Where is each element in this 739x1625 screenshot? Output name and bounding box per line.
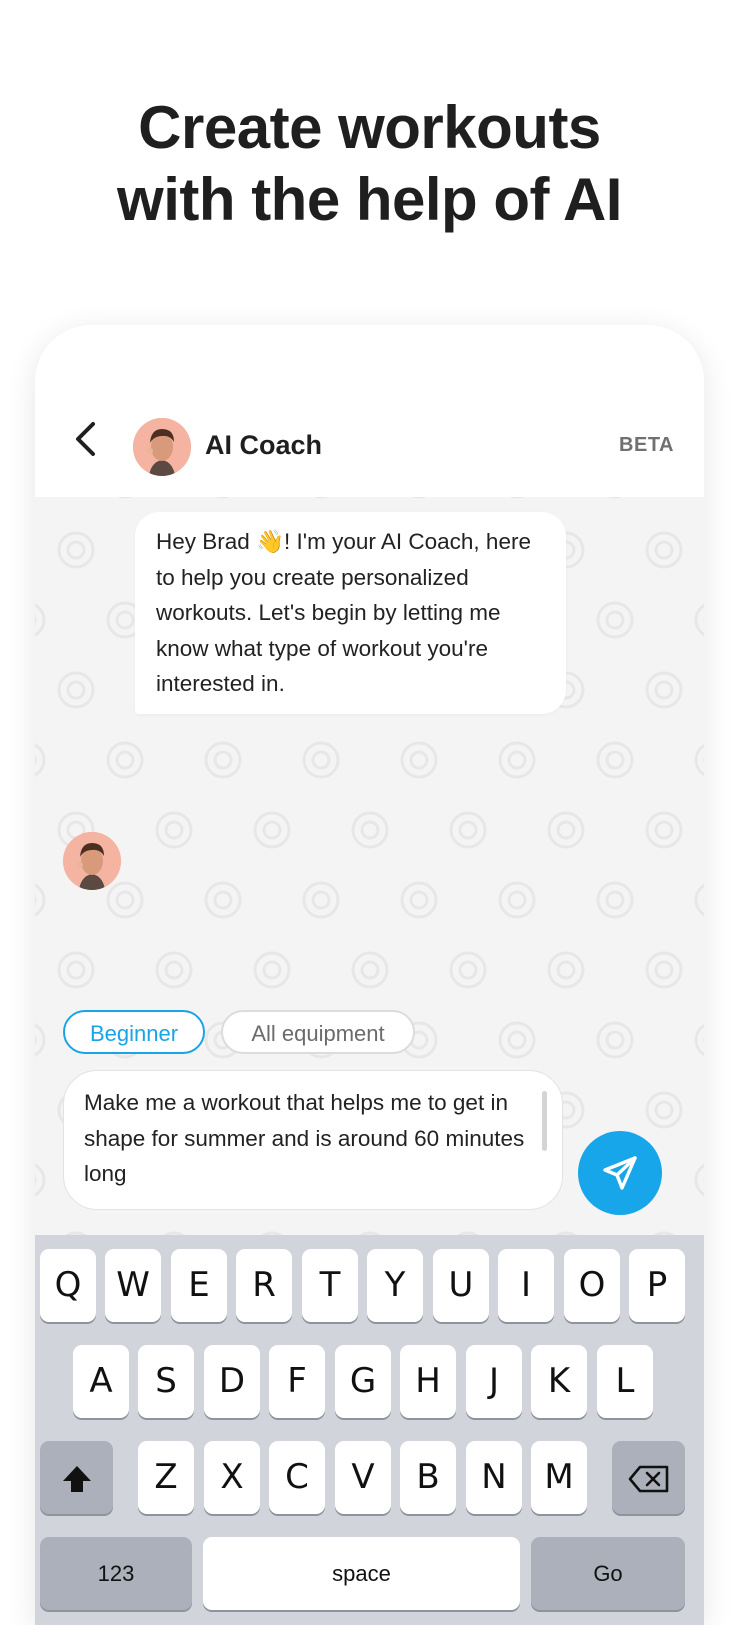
coach-message-bubble: Hey Brad 👋! I'm your AI Coach, here to h…	[135, 512, 566, 714]
key-c[interactable]: C	[269, 1441, 325, 1514]
key-g[interactable]: G	[335, 1345, 391, 1418]
back-button[interactable]	[63, 417, 107, 461]
key-f[interactable]: F	[269, 1345, 325, 1418]
coach-face-icon	[133, 418, 191, 476]
backspace-icon	[628, 1465, 668, 1492]
key-b[interactable]: B	[400, 1441, 456, 1514]
key-d[interactable]: D	[204, 1345, 260, 1418]
paper-plane-icon	[603, 1156, 637, 1190]
space-key[interactable]: space	[203, 1537, 520, 1610]
key-o[interactable]: O	[564, 1249, 620, 1322]
message-avatar[interactable]	[63, 832, 121, 890]
key-w[interactable]: W	[105, 1249, 161, 1322]
key-q[interactable]: Q	[40, 1249, 96, 1322]
beta-badge: BETA	[619, 434, 674, 456]
key-a[interactable]: A	[73, 1345, 129, 1418]
key-y[interactable]: Y	[367, 1249, 423, 1322]
key-m[interactable]: M	[531, 1441, 587, 1514]
chip-beginner[interactable]: Beginner	[63, 1010, 205, 1054]
shift-arrow-icon	[62, 1465, 91, 1492]
key-r[interactable]: R	[236, 1249, 292, 1322]
key-z[interactable]: Z	[138, 1441, 194, 1514]
backspace-key[interactable]	[612, 1441, 685, 1514]
key-t[interactable]: T	[302, 1249, 358, 1322]
phone-frame: AI Coach BETA Hey Brad 👋! I'm your AI Co…	[35, 325, 704, 1625]
numbers-key[interactable]: 123	[40, 1537, 192, 1610]
input-scrollbar[interactable]	[542, 1091, 547, 1151]
coach-avatar[interactable]	[133, 418, 191, 476]
key-s[interactable]: S	[138, 1345, 194, 1418]
coach-name: AI Coach	[205, 430, 323, 460]
message-input-text[interactable]: Make me a workout that helps me to get i…	[84, 1085, 534, 1192]
key-k[interactable]: K	[531, 1345, 587, 1418]
go-key[interactable]: Go	[531, 1537, 685, 1610]
chat-header: AI Coach BETA	[35, 325, 704, 497]
key-j[interactable]: J	[466, 1345, 522, 1418]
on-screen-keyboard: Q W E R T Y U I O P A S D F G H J K L Z	[35, 1235, 704, 1625]
headline-line-1: Create workouts	[138, 94, 601, 161]
key-n[interactable]: N	[466, 1441, 522, 1514]
key-h[interactable]: H	[400, 1345, 456, 1418]
coach-face-icon	[63, 832, 121, 890]
key-e[interactable]: E	[171, 1249, 227, 1322]
key-p[interactable]: P	[629, 1249, 685, 1322]
key-u[interactable]: U	[433, 1249, 489, 1322]
key-i[interactable]: I	[498, 1249, 554, 1322]
key-v[interactable]: V	[335, 1441, 391, 1514]
headline-line-2: with the help of AI	[117, 166, 622, 233]
message-input[interactable]: Make me a workout that helps me to get i…	[63, 1070, 563, 1210]
coach-message-text: Hey Brad 👋! I'm your AI Coach, here to h…	[156, 529, 531, 696]
shift-key[interactable]	[40, 1441, 113, 1514]
key-x[interactable]: X	[204, 1441, 260, 1514]
chat-area[interactable]: Hey Brad 👋! I'm your AI Coach, here to h…	[35, 497, 704, 1625]
send-button[interactable]	[578, 1131, 662, 1215]
chevron-left-icon	[76, 422, 95, 456]
chip-all-equipment[interactable]: All equipment	[221, 1010, 415, 1054]
page-headline: Create workouts with the help of AI	[0, 92, 739, 236]
key-l[interactable]: L	[597, 1345, 653, 1418]
